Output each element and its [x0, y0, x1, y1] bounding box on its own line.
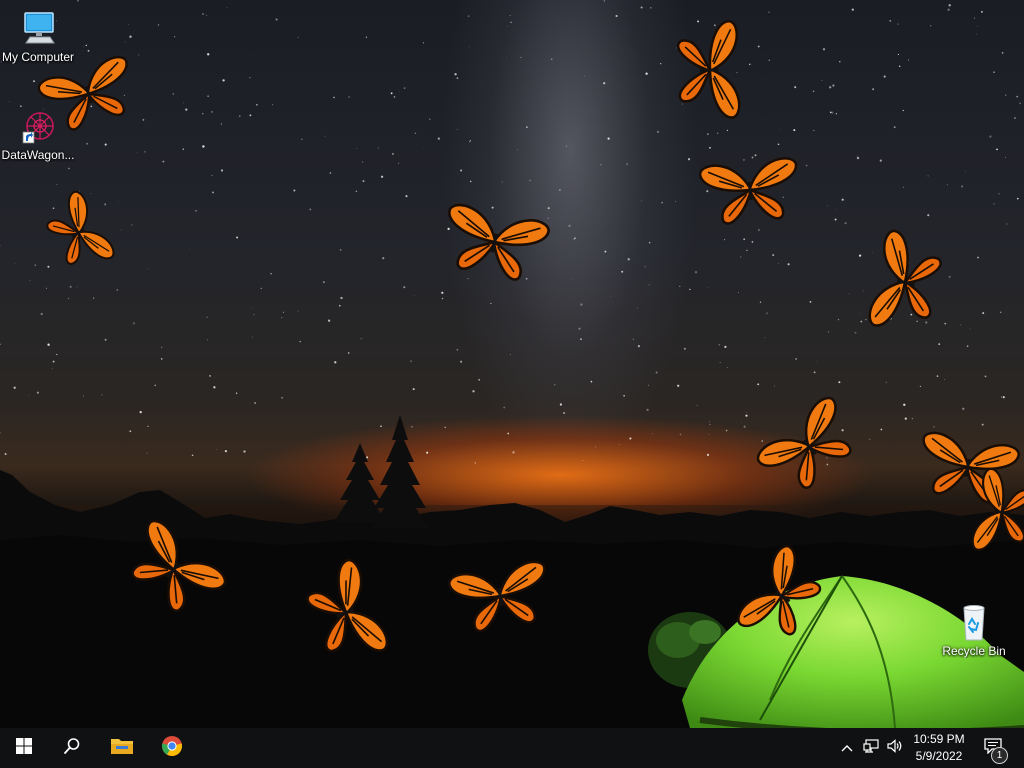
clock-date: 5/9/2022: [915, 749, 963, 763]
windows-logo-icon: [15, 737, 33, 760]
wallpaper-butterflies-and-tent: [35, 19, 1024, 728]
network-button[interactable]: [860, 728, 882, 768]
desktop-icon-label: My Computer: [1, 50, 75, 64]
volume-button[interactable]: [884, 728, 906, 768]
monitor-icon: [18, 8, 58, 48]
desktop-icon-datawagon[interactable]: DataWagon...: [0, 106, 76, 162]
folder-icon: [110, 736, 134, 761]
desktop-icon-label: DataWagon...: [1, 148, 75, 162]
search-button[interactable]: [48, 728, 96, 768]
chevron-up-icon: [841, 739, 853, 757]
taskbar-file-explorer[interactable]: [98, 728, 146, 768]
taskbar-chrome[interactable]: [148, 728, 196, 768]
desktop-icon-my-computer[interactable]: My Computer: [0, 8, 76, 64]
desktop-icon-recycle-bin[interactable]: Recycle Bin: [936, 602, 1012, 658]
clock[interactable]: 10:59 PM 5/9/2022: [906, 728, 972, 768]
datawagon-shortcut-icon: [18, 106, 58, 146]
search-icon: [63, 737, 81, 760]
desktop-icon-label: Recycle Bin: [942, 644, 1006, 658]
recycle-bin-icon: [954, 602, 994, 642]
taskbar: 10:59 PM 5/9/2022: [0, 728, 1024, 768]
show-hidden-icons-button[interactable]: [838, 728, 856, 768]
clock-time: 10:59 PM: [913, 732, 965, 746]
volume-icon: [887, 738, 903, 758]
start-button[interactable]: [0, 728, 48, 768]
notification-count-badge: 1: [991, 747, 1008, 764]
desktop[interactable]: My Computer DataWagon... Recycle Bin 10:…: [0, 0, 1024, 768]
network-icon: [863, 738, 879, 758]
chrome-icon: [161, 735, 183, 762]
